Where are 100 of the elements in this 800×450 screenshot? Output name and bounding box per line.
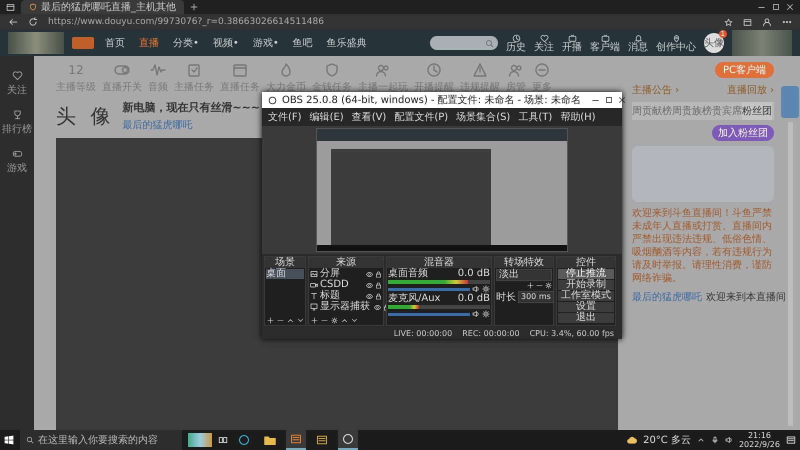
control-button[interactable]: 工作室模式 xyxy=(558,291,614,301)
menu-item[interactable]: 配置文件(P) xyxy=(394,110,448,124)
gear-icon[interactable] xyxy=(482,285,490,293)
panel-tab[interactable]: 粉丝团 xyxy=(742,102,772,120)
remove-icon[interactable] xyxy=(536,282,543,289)
brand-badge xyxy=(72,37,94,49)
browser-tab[interactable]: 最后的猛虎哪吒直播_主机其他 xyxy=(21,0,184,14)
new-tab-icon[interactable] xyxy=(190,3,198,11)
clock-time[interactable]: 21:16 xyxy=(748,431,772,440)
duration-field[interactable]: 300 ms xyxy=(518,291,554,303)
db-reading: 0.0 dB xyxy=(458,269,490,279)
notice-text: 欢迎来到斗鱼直播间！斗鱼严禁未成年人直播或打赏。直播间内严禁出现违法违规、低俗色情、吸烟酗酒等内容，若有违规行为请及时举报。请理性消费，谨防网络诈骗。 xyxy=(632,207,773,285)
join-button[interactable]: 加入粉丝团 xyxy=(712,125,774,141)
nav-link[interactable]: 首页 xyxy=(102,36,128,50)
taskbar-search-field[interactable]: 在这里输入你要搜索的内容 xyxy=(20,430,182,450)
header-link[interactable]: 开播 xyxy=(562,42,582,52)
menu-item[interactable]: 工具(T) xyxy=(518,110,552,124)
heart-icon[interactable] xyxy=(12,70,22,81)
close-icon[interactable] xyxy=(618,96,626,104)
tv-icon[interactable] xyxy=(600,34,610,42)
remove-icon[interactable] xyxy=(277,317,284,324)
windows-start-icon[interactable] xyxy=(4,435,14,445)
pin-icon[interactable] xyxy=(672,34,680,42)
app-icon xyxy=(316,434,328,446)
clock-date[interactable]: 2022/9/26 xyxy=(738,440,780,449)
sidebar-item[interactable]: 游戏 xyxy=(7,161,27,175)
weather-text[interactable]: 20°C 多云 xyxy=(643,433,691,447)
favorite-icon[interactable] xyxy=(724,18,733,26)
taskbar-app[interactable] xyxy=(338,430,358,450)
speaker-icon[interactable] xyxy=(472,285,480,293)
nav-link[interactable]: 分类• xyxy=(170,36,202,50)
add-icon[interactable] xyxy=(527,282,534,289)
gear-icon[interactable] xyxy=(545,282,552,289)
chevron-up-icon[interactable] xyxy=(696,436,705,444)
search-field[interactable] xyxy=(430,36,498,50)
nav-link[interactable]: 直播 xyxy=(136,36,162,50)
speaker-icon[interactable] xyxy=(724,436,733,444)
up-icon[interactable] xyxy=(287,317,294,324)
history-icon[interactable] xyxy=(512,34,520,42)
nav-link[interactable]: 视频• xyxy=(210,36,242,50)
menu-item[interactable]: 文件(F) xyxy=(268,110,302,124)
search-icon[interactable] xyxy=(485,38,494,48)
window-title: OBS 25.0.8 (64-bit, windows) - 配置文件: 未命名 - 场景: 未命名 xyxy=(282,94,581,107)
dock-title: 转场特效 xyxy=(495,257,553,268)
gear-icon[interactable] xyxy=(331,317,338,324)
menu-item[interactable]: 查看(V) xyxy=(352,110,386,124)
menu-item[interactable]: 编辑(E) xyxy=(310,110,344,124)
header-link[interactable]: 创作中心 xyxy=(656,42,696,52)
gear-icon[interactable] xyxy=(482,310,490,318)
control-button[interactable]: 退出 xyxy=(558,313,614,323)
collections-icon[interactable] xyxy=(743,18,752,26)
gamepad-icon[interactable] xyxy=(12,148,22,159)
sidebar-item[interactable]: 关注 xyxy=(7,83,27,97)
add-icon[interactable] xyxy=(267,317,274,324)
down-icon[interactable] xyxy=(297,317,304,324)
source-item[interactable]: 标题 xyxy=(320,291,340,301)
eye-icon[interactable] xyxy=(366,270,373,278)
up-icon[interactable] xyxy=(341,317,348,324)
volume-slider[interactable] xyxy=(388,312,470,316)
header-link[interactable]: 历史 xyxy=(506,42,526,52)
bell-icon[interactable] xyxy=(634,34,642,42)
nav-link[interactable]: 鱼乐盛典 xyxy=(324,36,370,50)
notification-icon[interactable] xyxy=(786,435,796,445)
tab-actions-icon[interactable] xyxy=(6,2,15,12)
add-icon[interactable] xyxy=(311,317,318,324)
dock-title: 混音器 xyxy=(387,257,491,268)
volume-slider[interactable] xyxy=(388,288,470,290)
transition-select[interactable]: 淡出 xyxy=(496,269,552,281)
taskbar-app[interactable] xyxy=(286,430,306,450)
header-link[interactable]: 关注 xyxy=(534,42,554,52)
source-item[interactable]: 分屏 xyxy=(320,269,340,279)
control-button[interactable]: 停止推流 xyxy=(558,269,614,279)
reload-icon[interactable] xyxy=(28,17,38,27)
task-view-icon[interactable] xyxy=(218,435,228,445)
microphone-icon[interactable] xyxy=(710,436,719,444)
header-link[interactable]: 客户端 xyxy=(590,42,620,52)
source-item[interactable]: 显示器捕获 xyxy=(320,302,370,312)
nav-link[interactable]: 鱼吧 xyxy=(290,36,316,50)
speaker-icon[interactable] xyxy=(472,310,480,318)
menu-item[interactable]: 场景集合(S) xyxy=(456,110,510,124)
trophy-icon[interactable] xyxy=(12,109,22,120)
back-icon[interactable] xyxy=(8,17,18,27)
profile-icon[interactable] xyxy=(762,17,772,27)
header-link[interactable]: 消息 xyxy=(628,42,648,52)
control-button[interactable]: 开始录制 xyxy=(558,280,614,290)
eye-icon[interactable] xyxy=(366,282,373,288)
remove-icon[interactable] xyxy=(321,317,328,324)
down-icon[interactable] xyxy=(351,317,358,324)
eye-icon[interactable] xyxy=(374,304,381,310)
scene-item[interactable]: 桌面 xyxy=(266,269,304,279)
nav-link[interactable]: 游戏• xyxy=(250,36,282,50)
eye-icon[interactable] xyxy=(366,292,373,300)
tv-icon[interactable] xyxy=(568,34,576,42)
control-button[interactable]: 设置 xyxy=(558,302,614,312)
sidebar-item[interactable]: 排行榜 xyxy=(2,122,32,136)
clipboard-icon[interactable] xyxy=(186,62,202,78)
heart-icon[interactable] xyxy=(540,34,548,42)
maximize-icon[interactable] xyxy=(604,96,613,104)
source-item[interactable]: CSDD xyxy=(320,280,349,290)
menu-item[interactable]: 帮助(H) xyxy=(560,110,596,124)
